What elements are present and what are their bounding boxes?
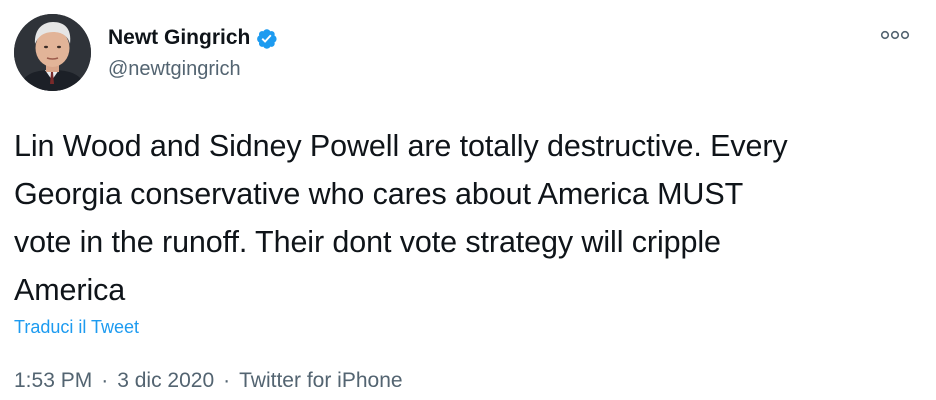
meta-separator: · xyxy=(101,369,109,392)
more-options-icon[interactable] xyxy=(880,26,910,44)
avatar-image xyxy=(14,14,91,91)
tweet-text: Lin Wood and Sidney Powell are totally d… xyxy=(14,129,788,307)
tweet: Newt Gingrich @newtgingrich Lin Wood and… xyxy=(0,0,936,400)
tweet-date[interactable]: 3 dic 2020 xyxy=(117,367,214,395)
verified-badge-icon xyxy=(255,27,278,50)
author-handle[interactable]: @newtgingrich xyxy=(108,56,241,82)
tweet-time[interactable]: 1:53 PM xyxy=(14,367,92,395)
tweet-source[interactable]: Twitter for iPhone xyxy=(239,367,402,395)
author-name-row: Newt Gingrich xyxy=(108,24,278,52)
author-display-name[interactable]: Newt Gingrich xyxy=(108,24,250,52)
translate-tweet-link[interactable]: Traduci il Tweet xyxy=(14,315,139,339)
meta-separator: · xyxy=(223,369,231,392)
avatar[interactable] xyxy=(14,14,91,91)
tweet-metadata: 1:53 PM · 3 dic 2020 · Twitter for iPhon… xyxy=(14,367,403,395)
